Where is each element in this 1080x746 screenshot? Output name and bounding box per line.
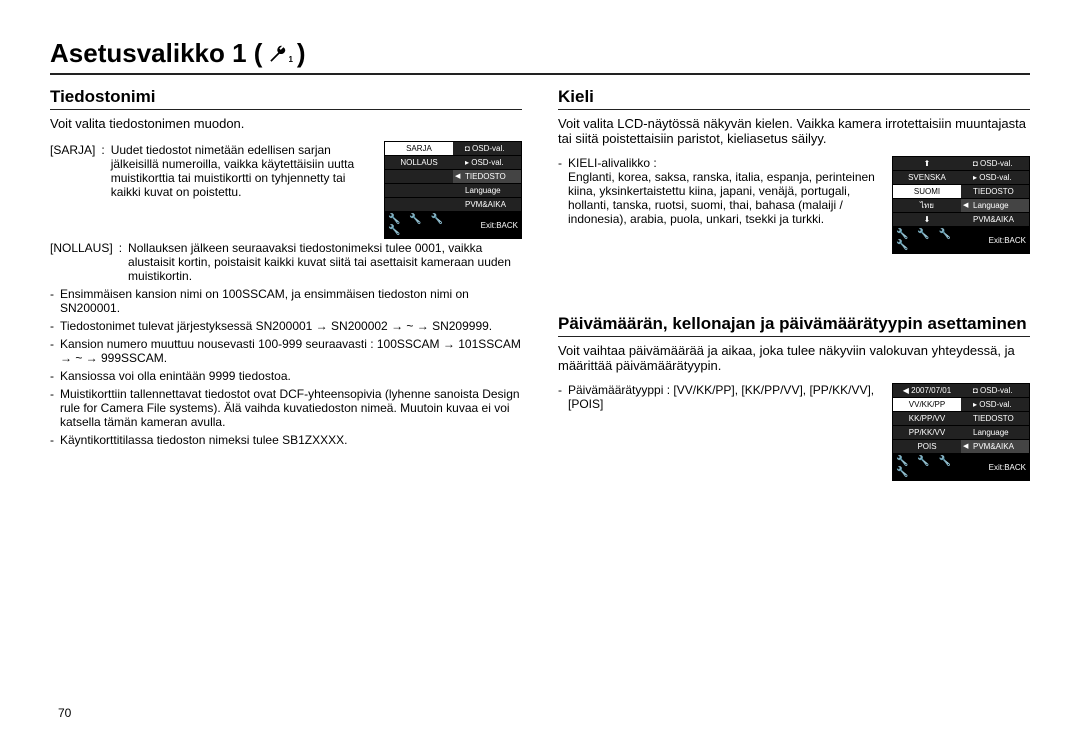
title-suffix: ) [297,38,306,69]
list-item: Kansion numero muuttuu nousevasti 100-99… [50,337,522,365]
list-item: Tiedostonimet tulevat järjestyksessä SN2… [50,319,522,333]
lead-file: Voit valita tiedostonimen muodon. [50,116,522,131]
def-term: [NOLLAUS] [50,241,113,283]
lead-kieli: Voit valita LCD-näytössä näkyvän kielen.… [558,116,1030,146]
def-nollaus: [NOLLAUS] : Nollauksen jälkeen seuraavak… [50,241,522,283]
lead-pvm: Voit vaihtaa päivämäärää ja aikaa, joka … [558,343,1030,373]
page-title: Asetusvalikko 1 ( 1 ) [50,38,1030,75]
def-sep: : [119,241,122,283]
section-title-file: Tiedostonimi [50,87,522,110]
sub-label: KIELI-alivalikko : Englanti, korea, saks… [558,156,880,226]
list-item: Muistikorttiin tallennettavat tiedostot … [50,387,522,429]
section-title-kieli: Kieli [558,87,1030,110]
def-sep: : [101,143,104,199]
bullets-file: Ensimmäisen kansion nimi on 100SSCAM, ja… [50,287,522,447]
title-prefix: Asetusvalikko 1 ( [50,38,262,69]
wrench-icon: 1 [266,38,292,69]
list-item: Kansiossa voi olla enintään 9999 tiedost… [50,369,522,383]
sub-text: Englanti, korea, saksa, ranska, italia, … [568,170,875,226]
lcd-kieli: ⬆◘ OSD-val.SVENSKA▸ OSD-val.SUOMITIEDOST… [892,156,1030,254]
lcd-pvm: ◀ 2007/07/01◘ OSD-val.VV/KK/PP▸ OSD-val.… [892,383,1030,481]
def-desc: Uudet tiedostot nimetään edellisen sarja… [111,143,372,199]
def-desc: Nollauksen jälkeen seuraavaksi tiedoston… [128,241,522,283]
sub-label: Päivämäärätyyppi : [VV/KK/PP], [KK/PP/VV… [558,383,880,411]
section-title-pvm: Päivämäärän, kellonajan ja päivämäärätyy… [558,314,1030,337]
def-sarja: [SARJA] : Uudet tiedostot nimetään edell… [50,143,372,199]
def-term: [SARJA] [50,143,95,199]
lcd-tiedosto: SARJA◘ OSD-val.NOLLAUS▸ OSD-val.TIEDOSTO… [384,141,522,239]
list-item: Käyntikorttitilassa tiedoston nimeksi tu… [50,433,522,447]
list-item: Ensimmäisen kansion nimi on 100SSCAM, ja… [50,287,522,315]
page-number: 70 [58,706,71,720]
